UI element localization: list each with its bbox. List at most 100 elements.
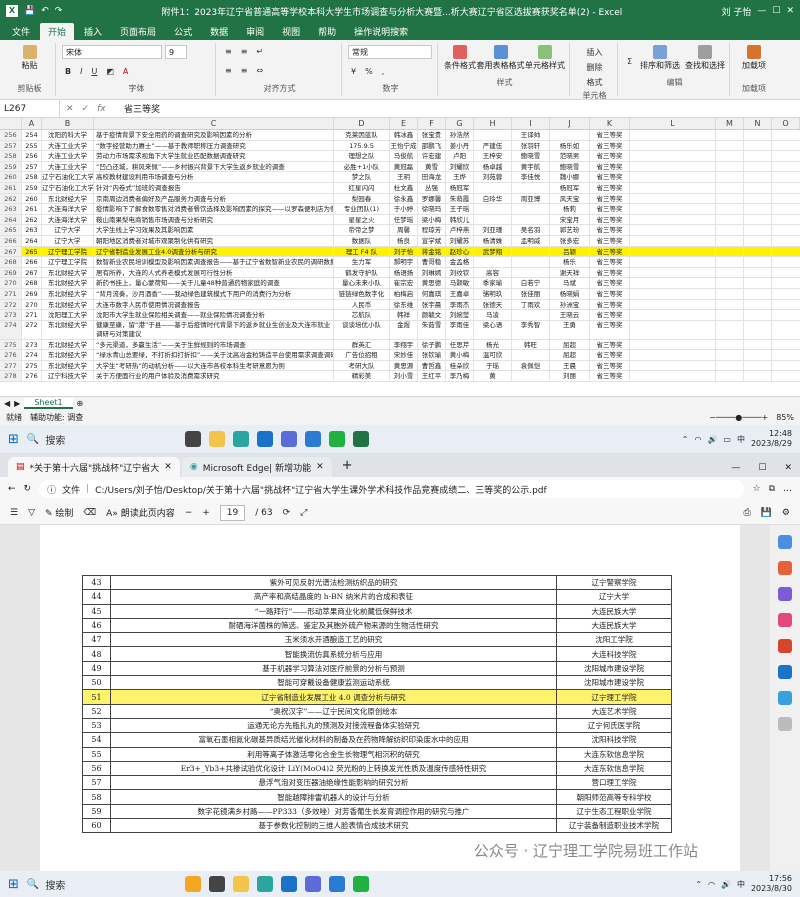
cell[interactable]: 省三等奖 [590, 360, 630, 371]
next-sheet-icon[interactable]: ▶ [14, 399, 20, 408]
cell[interactable]: 人民币 [334, 299, 390, 310]
weather-icon[interactable] [184, 876, 201, 892]
cell[interactable]: 徐东维 [390, 299, 418, 310]
cell[interactable]: 省三等奖 [590, 350, 630, 360]
cell[interactable]: 曹哥稳 [418, 257, 446, 267]
cell[interactable]: 邵鹏飞 [418, 140, 446, 151]
cell[interactable]: 疫情影响下了解食数零售对消费者餐饮选择及影响因素的探究——以罗森便利店为例 [94, 204, 334, 214]
undo-icon[interactable]: ↶ [41, 6, 49, 16]
cell[interactable]: 魏小娜 [550, 172, 590, 182]
cell[interactable]: 帝帝之梦 [334, 225, 390, 235]
cell[interactable]: 259 [22, 182, 42, 193]
edge-icon[interactable] [256, 876, 273, 892]
cell[interactable]: 王玥 [390, 172, 418, 182]
cell[interactable]: 京南周边消费者偏好及产品服务力调查与分析 [94, 193, 334, 204]
cell[interactable] [744, 267, 772, 278]
prev-sheet-icon[interactable]: ◀ [4, 399, 10, 408]
cell[interactable] [512, 214, 550, 225]
cell[interactable]: 省三等奖 [590, 310, 630, 320]
font-size-select[interactable]: 9 [165, 45, 187, 59]
row-number[interactable]: 256 [0, 130, 22, 140]
cell[interactable]: 李雨佳 [446, 320, 474, 339]
table-row[interactable]: 276 274 东北财经大学 “绿水青山总要绿，不打折扣打折扣”——关于沈高冶金粒铸造… [0, 350, 800, 361]
cell[interactable]: 武梦翔 [474, 246, 512, 257]
cell[interactable]: 考研大队 [334, 360, 390, 371]
wrap-text-icon[interactable]: ↵ [253, 45, 266, 58]
cell[interactable]: 梦之队 [334, 172, 390, 182]
cell[interactable] [716, 161, 744, 172]
cell[interactable]: 270 [22, 299, 42, 310]
cell[interactable]: 黄宇航 [512, 161, 550, 172]
tab-edge-news[interactable]: ◉ Microsoft Edge| 新增功能 ✕ [181, 457, 332, 477]
input-language[interactable]: 中 [737, 879, 745, 890]
tab-help[interactable]: 帮助 [310, 23, 344, 40]
cell[interactable]: 256 [22, 151, 42, 161]
cell[interactable]: 杨晓娟 [550, 288, 590, 299]
input-language[interactable]: 中 [737, 434, 745, 445]
delete-cells-button[interactable]: 删除 [576, 60, 613, 75]
close-icon[interactable]: ✕ [784, 463, 792, 473]
cell[interactable] [716, 130, 744, 140]
zoom-in-icon[interactable]: + [202, 508, 210, 518]
row-number[interactable]: 266 [0, 235, 22, 246]
cell[interactable]: 254 [22, 130, 42, 140]
cell[interactable]: 宋宝月 [550, 214, 590, 225]
cell[interactable]: 刘丽 [550, 371, 590, 382]
cell[interactable] [744, 225, 772, 235]
align-left-icon[interactable]: ≡ [222, 64, 235, 77]
cell[interactable] [512, 310, 550, 320]
cell[interactable]: 辽宁理工学院 [42, 246, 94, 257]
cell[interactable]: 劳动力市场需求视角下大学生就业匹配数据调查研究 [94, 151, 334, 161]
cell[interactable]: 255 [22, 140, 42, 151]
addin-button[interactable]: 加载项 [736, 45, 772, 71]
cell[interactable]: 276 [22, 371, 42, 382]
cell[interactable]: 王梓安 [474, 151, 512, 161]
cell[interactable]: 刘耀欣 [446, 161, 474, 172]
cell[interactable]: 杨良 [390, 235, 418, 246]
cell[interactable]: 王怡宁成 [390, 140, 418, 151]
store-icon[interactable] [280, 431, 297, 447]
cell[interactable] [630, 320, 716, 339]
merge-icon[interactable]: ⇔ [253, 64, 266, 77]
cell[interactable] [512, 350, 550, 360]
cell[interactable] [744, 360, 772, 371]
tray-chevron-icon[interactable]: ⌃ [695, 880, 702, 889]
windows-start-icon[interactable]: ⊞ [8, 877, 19, 892]
clock[interactable]: 17:56 2023/8/30 [751, 874, 792, 894]
cell[interactable]: 275 [22, 360, 42, 371]
cell[interactable] [630, 360, 716, 371]
row-number[interactable]: 272 [0, 299, 22, 310]
cell[interactable] [512, 257, 550, 267]
cell[interactable]: 于瑶 [474, 360, 512, 371]
row-number[interactable]: 268 [0, 257, 22, 267]
cell[interactable]: 健康至康，留“港”于县——基于后疫情时代背景下的返乡就业生创业及大连市就业调研与… [94, 320, 334, 339]
find-select-button[interactable]: 查找和选择 [685, 45, 725, 77]
cell[interactable] [630, 246, 716, 257]
cell[interactable]: 省三等奖 [590, 161, 630, 172]
cell[interactable] [744, 235, 772, 246]
cell[interactable]: 东北财经大学 [42, 267, 94, 278]
cell[interactable]: 梁小梅 [418, 214, 446, 225]
cell[interactable]: 吕颖 [550, 246, 590, 257]
minimize-icon[interactable]: — [731, 463, 740, 473]
cell[interactable]: 孙洲宝 [550, 299, 590, 310]
collections-icon[interactable]: ⧉ [769, 484, 775, 494]
cell[interactable] [474, 204, 512, 214]
cell[interactable]: 屈超 [550, 339, 590, 350]
cell[interactable]: 刘纹钦 [446, 267, 474, 278]
table-row[interactable]: 269 267 东北财经大学 居有所养，大连的人式养老模式发展可行性分析 鹤发守护队 杨语… [0, 267, 800, 279]
cell[interactable] [716, 267, 744, 278]
cell[interactable] [744, 161, 772, 172]
cell[interactable]: 徐永鑫 [390, 193, 418, 204]
tab-close-icon[interactable]: ✕ [164, 462, 172, 472]
cell[interactable]: 黄小梅 [446, 350, 474, 360]
cell[interactable] [744, 257, 772, 267]
cell[interactable]: 辽宁理工学院 [42, 257, 94, 267]
cell[interactable]: 省三等奖 [590, 225, 630, 235]
row-number[interactable]: 264 [0, 214, 22, 225]
cell[interactable] [744, 214, 772, 225]
cell[interactable]: 张佳丽 [512, 288, 550, 299]
cell[interactable]: 260 [22, 193, 42, 204]
row-number[interactable]: 270 [0, 278, 22, 288]
cell[interactable]: 芯航队 [334, 310, 390, 320]
